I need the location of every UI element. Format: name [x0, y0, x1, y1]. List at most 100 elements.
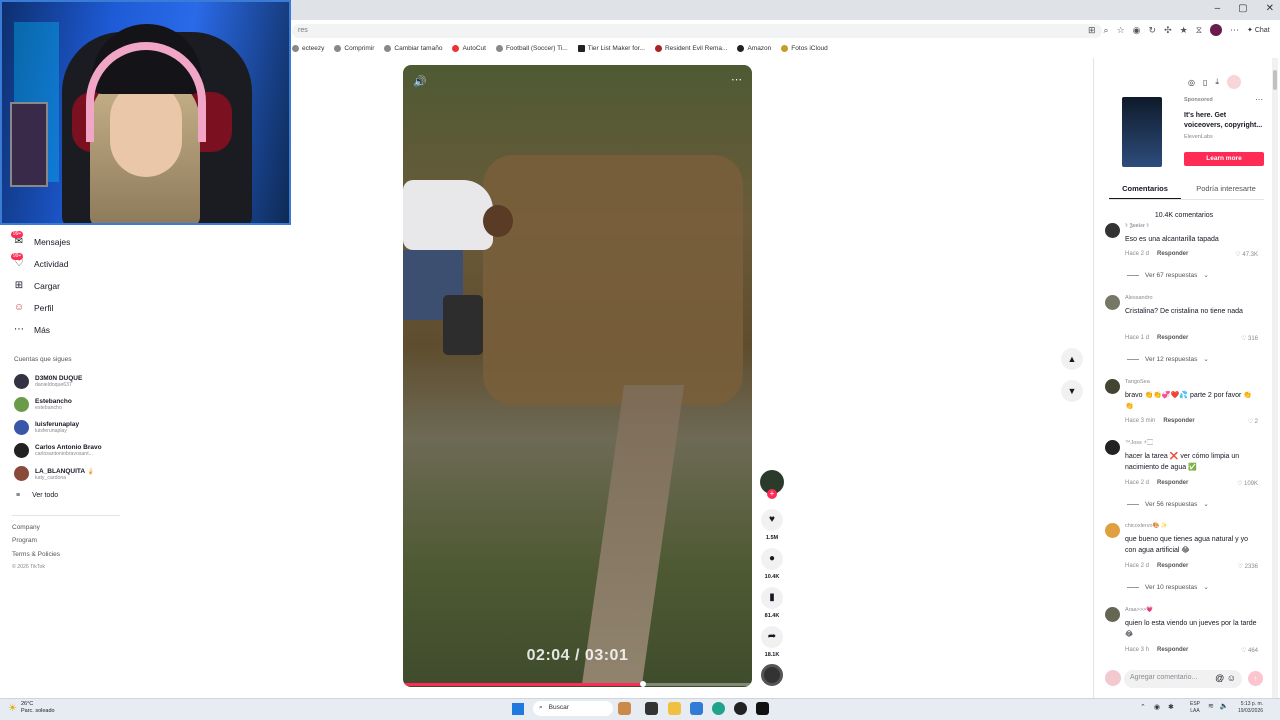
history-icon[interactable]: ⧖ — [1196, 25, 1202, 36]
share-icon[interactable]: ➦ — [761, 626, 783, 648]
bookmark-item[interactable]: ecteezy — [292, 44, 324, 52]
ad-thumbnail[interactable] — [1122, 97, 1162, 167]
bluetooth-icon[interactable]: ✱ — [1168, 703, 1174, 711]
avatar[interactable] — [1105, 379, 1120, 394]
learn-more-button[interactable]: Learn more — [1184, 152, 1264, 166]
network-icon[interactable]: ◉ — [1154, 703, 1160, 711]
followed-account[interactable]: Carlos Antonio Bravo carlosantoniobravosa… — [14, 443, 102, 458]
next-video-button[interactable]: ▼ — [1061, 380, 1083, 402]
refresh-extension-icon[interactable]: ↻ — [1149, 25, 1157, 36]
volume-icon[interactable]: 🔊 — [413, 75, 427, 88]
view-replies-button[interactable]: Ver 10 respuestas ⌄ — [1127, 583, 1209, 591]
compass-icon[interactable]: ◎ — [1188, 78, 1195, 87]
footer-link-program[interactable]: Program — [12, 537, 37, 544]
taskbar-app-icon[interactable] — [618, 702, 631, 715]
copilot-chat-button[interactable]: ✦ Chat — [1247, 26, 1270, 34]
user-avatar[interactable] — [1226, 75, 1241, 89]
favorite-icon[interactable]: ☆ — [1117, 25, 1125, 36]
bookmark-item[interactable]: Tier List Maker for... — [577, 44, 645, 52]
sidebar-item-upload[interactable]: ⊞ Cargar — [12, 279, 60, 293]
music-disc-icon[interactable] — [761, 664, 783, 686]
taskbar-clock[interactable]: 5:13 p. m. 19/03/2026 — [1238, 701, 1263, 715]
comment-likes[interactable]: ♡ 316 — [1241, 335, 1258, 342]
ad-title[interactable]: It's here. Get voiceovers, copyright... — [1184, 111, 1266, 130]
video-player[interactable]: 🔊 ⋯ 02:04 / 03:01 — [403, 65, 752, 687]
reply-button[interactable]: Responder — [1163, 418, 1194, 424]
ad-more-icon[interactable]: ⋯ — [1255, 95, 1263, 104]
browser-profile-avatar[interactable] — [1210, 24, 1223, 36]
send-button[interactable]: ↑ — [1248, 671, 1263, 686]
like-action[interactable]: ♥ 1.5M — [760, 509, 784, 541]
avatar[interactable] — [1105, 607, 1120, 622]
comment-username[interactable]: ⚕ 𝕵𝖚𝖓𝖎𝖔𝖗 ⚕ — [1125, 223, 1149, 230]
view-replies-button[interactable]: Ver 12 respuestas ⌄ — [1127, 355, 1209, 363]
reply-button[interactable]: Responder — [1157, 251, 1188, 257]
view-replies-button[interactable]: Ver 56 respuestas ⌄ — [1127, 500, 1209, 508]
comment-icon[interactable]: ● — [761, 548, 783, 570]
comment-action[interactable]: ● 10.4K — [760, 548, 784, 580]
windows-start-icon[interactable] — [512, 703, 524, 715]
translate-icon[interactable]: ⊞ — [1088, 25, 1096, 36]
bookmark-item[interactable]: Football (Soccer) Ti... — [495, 44, 568, 52]
language-indicator[interactable]: ESP LAA — [1190, 701, 1200, 715]
comment-likes[interactable]: ♡ 464 — [1241, 647, 1258, 654]
puzzle-icon[interactable]: ✣ — [1164, 25, 1172, 36]
download-icon[interactable]: ⤓ — [1215, 77, 1219, 87]
comment-username[interactable]: Alessandro — [1125, 295, 1153, 301]
avatar[interactable] — [1105, 223, 1120, 238]
extension-icon[interactable]: ◉ — [1133, 25, 1141, 36]
zoom-icon[interactable]: ⌕ — [1104, 25, 1109, 36]
edge-browser-icon[interactable] — [712, 702, 725, 715]
comment-likes[interactable]: ♡ 2 — [1248, 418, 1258, 425]
taskbar-search[interactable]: ⌕ Buscar — [533, 701, 613, 716]
follow-plus-icon[interactable]: + — [767, 489, 777, 499]
device-icon[interactable]: ▯ — [1203, 78, 1207, 87]
collections-icon[interactable]: ★ — [1180, 25, 1188, 36]
see-all-link[interactable]: ≡ Ver todo — [16, 492, 58, 499]
video-more-icon[interactable]: ⋯ — [731, 73, 742, 86]
mention-emoji-icons[interactable]: @ ☺ — [1215, 674, 1236, 684]
chevron-up-icon[interactable]: ⌃ — [1140, 703, 1146, 711]
heart-icon[interactable]: ♥ — [761, 509, 783, 531]
bookmark-icon[interactable]: ▮ — [761, 587, 783, 609]
bookmark-item[interactable]: Fotos iCloud — [781, 44, 828, 52]
tiktok-app-icon[interactable] — [756, 702, 769, 715]
address-bar[interactable]: res — [292, 24, 1102, 38]
view-replies-button[interactable]: Ver 67 respuestas ⌄ — [1127, 271, 1209, 279]
speaker-icon[interactable]: 🔈 — [1220, 702, 1229, 710]
minimize-button[interactable]: – — [1215, 3, 1221, 14]
followed-account[interactable]: luisferunaplay luisferunaplay — [14, 420, 79, 435]
reply-button[interactable]: Responder — [1157, 563, 1188, 569]
comment-likes[interactable]: ♡ 2336 — [1238, 563, 1258, 570]
close-window-button[interactable]: ✕ — [1266, 3, 1274, 14]
taskbar-app-icon[interactable] — [734, 702, 747, 715]
previous-video-button[interactable]: ▲ — [1061, 348, 1083, 370]
comment-username[interactable]: chicoxlervo🎨 ✨ — [1125, 523, 1168, 529]
followed-account[interactable]: LA_BLANQUITA 🍦 katy_cardona — [14, 466, 95, 481]
video-progress-bar[interactable] — [403, 681, 752, 687]
sidebar-item-activity[interactable]: ♡ 99+ Actividad — [11, 253, 69, 271]
menu-dots-icon[interactable]: ⋯ — [1230, 25, 1239, 36]
comment-likes[interactable]: ♡ 109K — [1237, 480, 1258, 487]
comment-likes[interactable]: ♡ 47.3K — [1235, 251, 1258, 258]
followed-account[interactable]: D3M0N DUQUE danieldoque637 — [14, 374, 82, 389]
comment-username[interactable]: Araa>>>💗 — [1125, 607, 1153, 613]
comment-username[interactable]: TangoSea — [1125, 379, 1150, 385]
bookmark-item[interactable]: AutoCut — [452, 44, 486, 52]
wifi-icon[interactable]: ≋ — [1208, 702, 1214, 710]
bookmark-item[interactable]: Amazon — [737, 44, 771, 52]
footer-link-company[interactable]: Company — [12, 524, 40, 531]
file-explorer-icon[interactable] — [668, 702, 681, 715]
scrollbar-thumb[interactable] — [1273, 70, 1277, 90]
followed-account[interactable]: Estebancho estebancho — [14, 397, 72, 412]
bookmark-item[interactable]: Resident Evil Rema... — [654, 44, 727, 52]
tab-comments[interactable]: Comentarios — [1109, 184, 1181, 199]
bookmark-item[interactable]: Comprimir — [334, 44, 374, 52]
sidebar-item-messages[interactable]: ✉ 99+ Mensajes — [11, 231, 70, 249]
avatar[interactable] — [1105, 523, 1120, 538]
sidebar-item-more[interactable]: ⋯ Más — [12, 323, 50, 337]
save-action[interactable]: ▮ 81.4K — [760, 587, 784, 619]
comment-input[interactable]: Agregar comentario... @ ☺ — [1124, 670, 1242, 688]
maximize-button[interactable]: ▢ — [1238, 3, 1247, 14]
weather-widget[interactable]: ☀ 26°C Parc. soleado — [8, 701, 55, 715]
